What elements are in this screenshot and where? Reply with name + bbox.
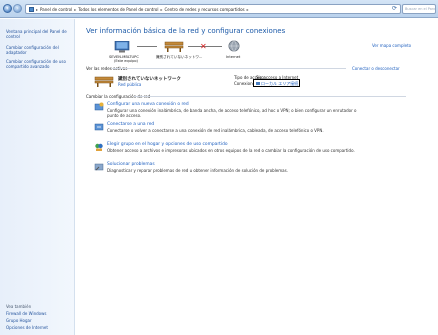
divider (134, 96, 406, 97)
internet-label: Internet (226, 55, 241, 59)
public-network-icon (94, 75, 114, 88)
new-connection-icon (94, 102, 104, 113)
see-also-header: Vea también (6, 304, 32, 309)
connect-network-icon (94, 122, 104, 133)
task-connect-network[interactable]: Conectarse a una red (107, 122, 154, 127)
sidebar-item-adapter-settings[interactable]: Cambiar configuración del adaptador (6, 45, 72, 55)
connection-link-highlight[interactable]: ローカル エリア接続 (253, 79, 300, 87)
sidebar-item-internet-options[interactable]: Opciones de Internet (6, 325, 72, 330)
connection-link[interactable]: ローカル エリア接続 (261, 81, 298, 87)
network-adapter-icon (256, 81, 260, 85)
breadcrumb-separator: ▸ (74, 6, 77, 12)
sidebar: Ventana principal del Panel de control C… (0, 19, 75, 335)
computer-icon (114, 40, 132, 54)
control-panel-icon (29, 6, 34, 12)
page-title: Ver información básica de la red y confi… (86, 27, 286, 35)
divider (112, 68, 346, 69)
title-bar: ‹ › ▸ Panel de control ▸ Todos los eleme… (0, 0, 438, 18)
sidebar-item-homegroup[interactable]: Grupo Hogar (6, 318, 72, 323)
full-map-link[interactable]: Ver mapa completo (372, 43, 411, 48)
internet-globe-icon (228, 40, 240, 53)
task-homegroup-desc: Obtener acceso a archivos e impresoras u… (107, 148, 355, 153)
network-map-name: 識別されていないネットワ... (156, 55, 203, 59)
network-type-link[interactable]: Red pública (118, 82, 141, 87)
disconnected-x-icon: ✕ (200, 42, 207, 51)
task-new-connection[interactable]: Configurar una nueva conexión o red (107, 102, 189, 107)
network-bench-icon (164, 40, 184, 53)
task-troubleshoot-desc: Diagnosticar y reparar problemas de red … (107, 168, 288, 173)
task-new-connection-desc: Configurar una conexión inalámbrica, de … (107, 108, 357, 119)
address-bar[interactable]: ▸ Panel de control ▸ Todos los elementos… (25, 4, 401, 14)
forward-button[interactable]: › (13, 4, 22, 13)
main-content: Ver información básica de la red y confi… (76, 19, 438, 335)
breadcrumb-all-items[interactable]: Todos los elementos de Panel de control (78, 7, 158, 12)
breadcrumb-network-center[interactable]: Centro de redes y recursos compartidos (164, 7, 244, 12)
sidebar-item-control-panel-home[interactable]: Ventana principal del Panel de control (6, 29, 72, 39)
breadcrumb-separator: ▸ (160, 6, 163, 12)
back-button[interactable]: ‹ (3, 4, 12, 13)
task-homegroup[interactable]: Elegir grupo en el hogar y opciones de u… (107, 142, 228, 147)
connect-disconnect-link[interactable]: Conectar o desconectar (352, 66, 400, 71)
link-line (137, 46, 157, 47)
breadcrumb-separator: ▸ (36, 6, 39, 12)
task-connect-network-desc: Conectarse o volver a conectarse a una c… (107, 128, 324, 133)
search-input[interactable]: Buscar en el Panel de control (402, 4, 436, 14)
troubleshoot-icon (94, 162, 104, 173)
sidebar-item-advanced-sharing[interactable]: Cambiar configuración de uso compartido … (6, 59, 72, 69)
breadcrumb-separator: ▸ (246, 6, 249, 12)
refresh-icon[interactable]: ⟳ (392, 5, 397, 12)
homegroup-icon (94, 142, 104, 153)
breadcrumb-control-panel[interactable]: Panel de control (40, 7, 72, 12)
sidebar-item-firewall[interactable]: Firewall de Windows (6, 311, 72, 316)
task-troubleshoot[interactable]: Solucionar problemas (107, 162, 155, 167)
computer-sub: (Este equipo) (114, 59, 138, 63)
